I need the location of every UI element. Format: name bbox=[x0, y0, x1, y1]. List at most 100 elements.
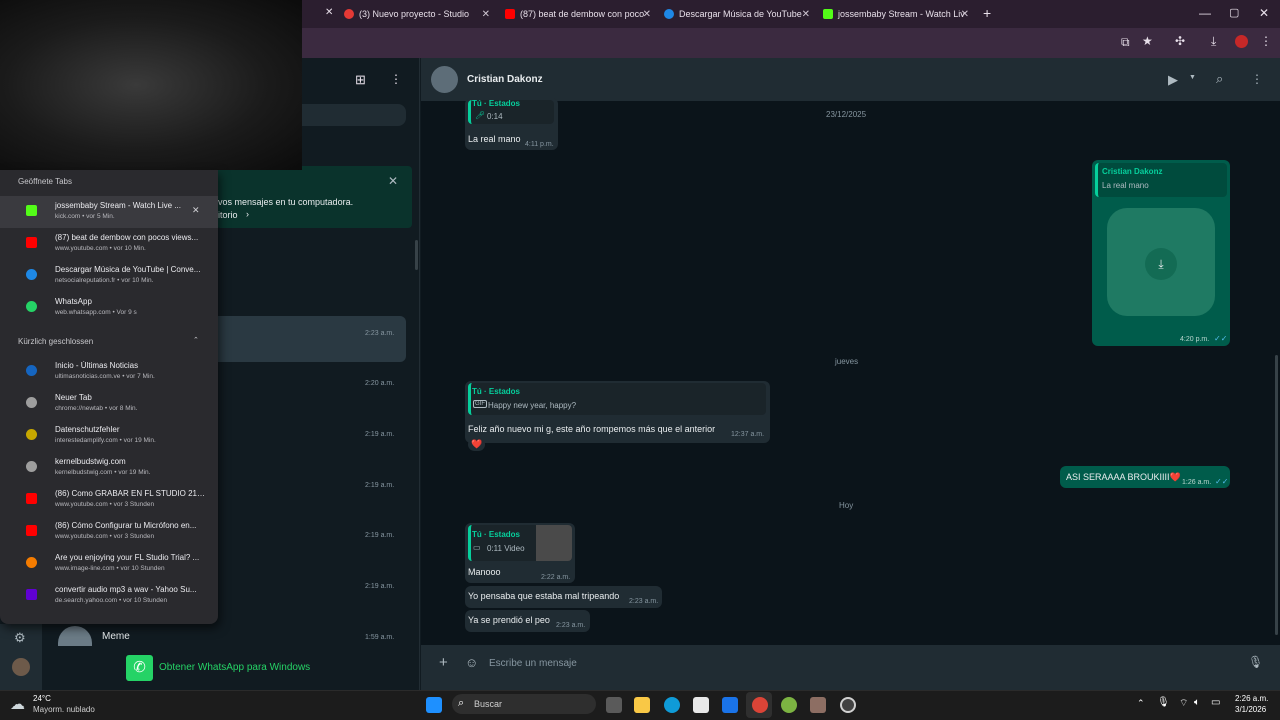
install-app-icon[interactable]: ⧉ bbox=[1121, 35, 1130, 50]
selected-chat-row[interactable] bbox=[218, 316, 406, 362]
search-chats-input[interactable] bbox=[302, 104, 406, 126]
weather-temp[interactable]: 24°C bbox=[33, 694, 51, 703]
open-tab-item[interactable]: (87) beat de dembow con pocos views... w… bbox=[0, 228, 218, 260]
microphone-icon[interactable]: 🎙︎ bbox=[1157, 697, 1170, 708]
tab-subtitle: kernelbudstwig.com • vor 19 Min. bbox=[55, 469, 151, 476]
close-icon[interactable]: ✕ bbox=[643, 9, 651, 20]
menu-kebab-icon[interactable]: ⋮ bbox=[1260, 34, 1272, 48]
closed-tab-item[interactable]: Datenschutzfehler interestedamplify.com … bbox=[0, 420, 218, 452]
chat-time: 2:23 a.m. bbox=[365, 330, 395, 337]
tab-title: jossembaby Stream - Watch Live ... bbox=[55, 201, 181, 210]
record-app-icon[interactable] bbox=[840, 697, 856, 713]
bookmark-star-icon[interactable]: ★ bbox=[1142, 34, 1153, 48]
closed-tab-item[interactable]: convertir audio mp3 a wav - Yahoo Su... … bbox=[0, 580, 218, 612]
chevron-up-icon[interactable]: ⌃ bbox=[193, 336, 199, 344]
menu-kebab-icon[interactable]: ⋮ bbox=[390, 72, 402, 86]
closed-tab-item[interactable]: (86) Como GRABAR EN FL STUDIO 21 - ... w… bbox=[0, 484, 218, 516]
close-tab-icon[interactable]: ✕ bbox=[325, 7, 333, 18]
kick-favicon-icon bbox=[823, 9, 833, 19]
browser-tab-download[interactable]: Descargar Música de YouTube ✕ bbox=[664, 4, 814, 24]
emoji-sticker-icon[interactable]: ☺ bbox=[465, 655, 478, 670]
close-banner-icon[interactable]: ✕ bbox=[388, 174, 398, 188]
settings-gear-icon[interactable]: ⚙ bbox=[14, 630, 26, 646]
closed-tab-item[interactable]: Neuer Tab chrome://newtab • vor 8 Min. bbox=[0, 388, 218, 420]
read-ticks-icon: ✓✓ bbox=[1214, 334, 1228, 343]
browser-tab-kick[interactable]: jossembaby Stream - Watch Liv ✕ bbox=[823, 4, 973, 24]
fl-studio-icon[interactable] bbox=[781, 697, 797, 713]
message-text: ASI SERAAAA BROUKIIII❤️ bbox=[1066, 472, 1181, 482]
profile-avatar[interactable] bbox=[1235, 35, 1248, 48]
windows-start-icon[interactable] bbox=[426, 697, 442, 713]
close-icon[interactable]: ✕ bbox=[802, 9, 810, 20]
volume-icon[interactable]: 🔈︎ bbox=[1194, 697, 1200, 708]
chevron-up-icon[interactable]: ⌃ bbox=[1137, 698, 1145, 709]
microphone-icon[interactable]: 🎙︎ bbox=[1248, 655, 1263, 669]
weather-cloud-icon[interactable]: ☁ bbox=[10, 695, 25, 713]
new-tab-button[interactable]: + bbox=[983, 5, 991, 21]
browser-tab-studio[interactable]: (3) Nuevo proyecto - Studio ✕ bbox=[344, 4, 494, 24]
chat-name[interactable]: Meme bbox=[102, 631, 130, 642]
menu-kebab-icon[interactable]: ⋮ bbox=[1251, 72, 1263, 86]
download-favicon-icon bbox=[664, 9, 674, 19]
banner-link[interactable]: itorio bbox=[218, 210, 238, 220]
download-icon[interactable]: ⤓ bbox=[1211, 34, 1216, 49]
reaction-badge[interactable]: ❤️ bbox=[468, 438, 486, 451]
quote-text: 0:11 Video bbox=[487, 544, 525, 553]
clock-time[interactable]: 2:26 a.m. bbox=[1235, 694, 1268, 703]
tab-subtitle: de.search.yahoo.com • vor 10 Stunden bbox=[55, 597, 168, 604]
close-window-icon[interactable]: ✕ bbox=[1259, 6, 1269, 20]
get-windows-app-button[interactable]: ✆ Obtener WhatsApp para Windows bbox=[126, 655, 326, 681]
chat-time: 2:19 a.m. bbox=[365, 583, 395, 590]
maximize-icon[interactable]: ▢ bbox=[1229, 6, 1239, 19]
mail-icon[interactable] bbox=[722, 697, 738, 713]
search-icon[interactable]: ⌕ bbox=[1216, 71, 1223, 87]
app-icon[interactable] bbox=[810, 697, 826, 713]
status-thumbnail bbox=[536, 525, 572, 561]
download-icon[interactable]: ⤓ bbox=[1145, 248, 1177, 280]
edge-icon[interactable] bbox=[664, 697, 680, 713]
open-tab-item[interactable]: WhatsApp web.whatsapp.com • Vor 9 s bbox=[0, 292, 218, 324]
close-icon[interactable]: ✕ bbox=[192, 205, 200, 216]
chat-scrollbar[interactable] bbox=[1275, 355, 1278, 635]
message-text: Ya se prendió el peo bbox=[468, 615, 550, 625]
close-icon[interactable]: ✕ bbox=[482, 9, 490, 20]
store-icon[interactable] bbox=[693, 697, 709, 713]
weather-desc: Mayorm. nublado bbox=[33, 705, 95, 714]
tab-subtitle: interestedamplify.com • vor 19 Min. bbox=[55, 437, 156, 444]
close-icon[interactable]: ✕ bbox=[961, 9, 969, 20]
whatsapp-logo-icon: ✆ bbox=[126, 655, 153, 681]
open-tab-item[interactable]: Descargar Música de YouTube | Conve... n… bbox=[0, 260, 218, 292]
clock-date[interactable]: 3/1/2026 bbox=[1235, 705, 1266, 714]
tab-subtitle: kick.com • vor 5 Min. bbox=[55, 213, 115, 220]
new-chat-icon[interactable]: ⊞ bbox=[355, 72, 366, 88]
attach-plus-icon[interactable]: + bbox=[439, 654, 448, 671]
contact-name[interactable]: Cristian Dakonz bbox=[467, 74, 543, 85]
closed-tab-item[interactable]: Are you enjoying your FL Studio Trial? .… bbox=[0, 548, 218, 580]
video-call-icon[interactable]: ▶ bbox=[1168, 72, 1178, 88]
task-view-icon[interactable] bbox=[606, 697, 622, 713]
tab-subtitle: netsocialreputation.fr • vor 10 Min. bbox=[55, 277, 154, 284]
minimize-icon[interactable]: — bbox=[1199, 6, 1211, 20]
extensions-icon[interactable]: ✣ bbox=[1175, 34, 1185, 48]
wifi-icon[interactable]: ⌔ bbox=[1179, 697, 1188, 710]
tab-label: (3) Nuevo proyecto - Studio bbox=[359, 9, 470, 19]
chevron-down-icon[interactable]: ▼ bbox=[1189, 74, 1196, 81]
chrome-icon[interactable] bbox=[752, 697, 768, 713]
closed-tab-item[interactable]: Inicio - Últimas Noticias ultimasnoticia… bbox=[0, 356, 218, 388]
chat-list-header-area bbox=[302, 58, 420, 690]
closed-tab-item[interactable]: kernelbudstwig.com kernelbudstwig.com • … bbox=[0, 452, 218, 484]
address-bar[interactable] bbox=[302, 33, 1102, 53]
scrollbar[interactable] bbox=[415, 240, 418, 270]
closed-tab-item[interactable]: (86) Cómo Configurar tu Micrófono en... … bbox=[0, 516, 218, 548]
fl-studio-favicon-icon bbox=[26, 557, 37, 568]
contact-avatar[interactable] bbox=[431, 66, 458, 93]
file-explorer-icon[interactable] bbox=[634, 697, 650, 713]
message-input[interactable] bbox=[484, 652, 1224, 674]
quote-author: Cristian Dakonz bbox=[1102, 167, 1163, 176]
tab-label: jossembaby Stream - Watch Liv bbox=[838, 9, 965, 19]
banner-text-1: vos mensajes en tu computadora. bbox=[218, 197, 354, 207]
open-tab-item[interactable]: jossembaby Stream - Watch Live ... kick.… bbox=[0, 196, 218, 228]
browser-tab-beat[interactable]: (87) beat de dembow con poco ✕ bbox=[505, 4, 655, 24]
profile-avatar[interactable] bbox=[12, 658, 30, 676]
battery-icon[interactable]: ▭ bbox=[1211, 697, 1220, 708]
